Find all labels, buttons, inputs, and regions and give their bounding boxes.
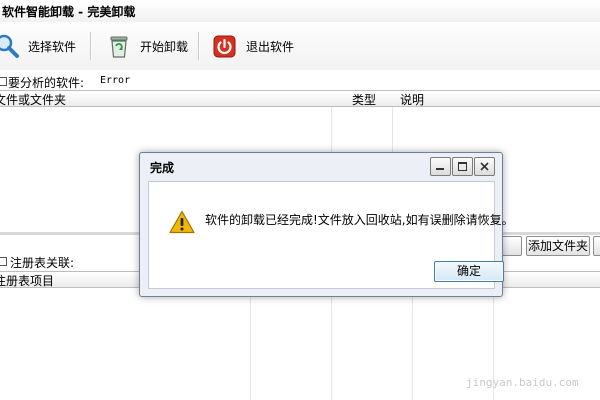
start-uninstall-label: 开始卸载	[140, 39, 189, 54]
watermark: jingyan.baidu.com	[466, 376, 579, 389]
power-icon	[212, 33, 238, 59]
section-marker	[0, 77, 7, 86]
column-header-type[interactable]: 类型	[352, 91, 376, 108]
dialog-window-controls	[429, 157, 495, 176]
column-divider	[331, 288, 332, 400]
window-title: 软件智能卸载 - 完美卸载	[2, 5, 136, 19]
toolbar: 选择软件 开始卸载 退出软件	[0, 22, 600, 70]
select-software-button[interactable]: 选择软件	[0, 30, 76, 62]
search-icon	[0, 33, 20, 59]
registry-label: 注册表关联:	[10, 256, 75, 270]
exit-software-label: 退出软件	[246, 39, 295, 54]
title-bar: 软件智能卸载 - 完美卸载	[0, 0, 600, 23]
select-software-label: 选择软件	[28, 39, 77, 54]
column-divider	[250, 288, 251, 400]
target-software-value: Error	[100, 75, 131, 86]
column-header-description[interactable]: 说明	[400, 91, 424, 108]
section-marker	[0, 257, 7, 266]
recycle-bin-icon	[106, 33, 132, 59]
minimize-icon[interactable]	[430, 157, 451, 176]
exit-software-button[interactable]: 退出软件	[212, 30, 294, 62]
target-software-row: 要分析的软件: Error	[0, 72, 600, 90]
column-divider	[412, 288, 413, 400]
maximize-icon[interactable]	[452, 157, 473, 176]
dialog-title: 完成	[150, 161, 175, 175]
dialog-message: 软件的卸载已经完成!文件放入回收站,如有误删除请恢复。	[205, 213, 514, 227]
column-header-registry-item[interactable]: 注册表项目	[0, 272, 54, 289]
completion-dialog: 完成 软件的卸载已经完成!文件放入回收站,如有误删除请恢复。 确定	[139, 152, 514, 297]
warning-icon	[169, 210, 195, 234]
toolbar-separator	[198, 32, 200, 60]
close-icon[interactable]	[474, 157, 495, 176]
toolbar-separator	[90, 32, 92, 60]
dialog-body: 软件的卸载已经完成!文件放入回收站,如有误删除请恢复。 确定	[148, 181, 514, 289]
column-header-file[interactable]: 文件或文件夹	[0, 91, 66, 108]
files-table-header: 文件或文件夹 类型 说明	[0, 90, 600, 107]
target-software-label: 要分析的软件:	[8, 76, 85, 90]
ok-button[interactable]: 确定	[434, 261, 504, 282]
start-uninstall-button[interactable]: 开始卸载	[106, 30, 188, 62]
